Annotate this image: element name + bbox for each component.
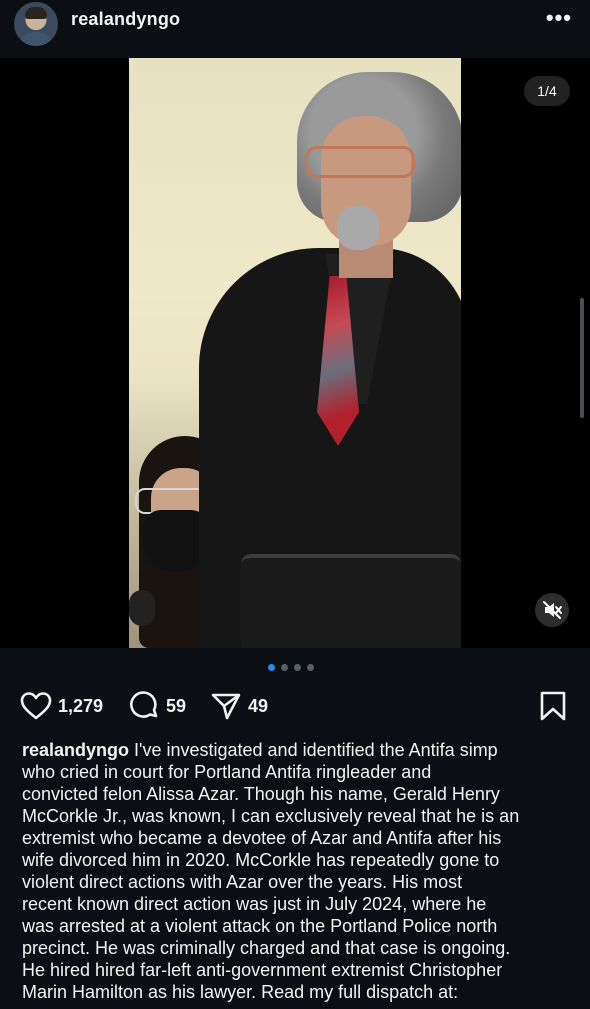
caption-line: He hired hired far-left anti-government … (22, 960, 503, 980)
bookmark-icon (540, 691, 566, 721)
carousel-dot-1[interactable] (268, 664, 275, 671)
comment-icon (130, 691, 158, 718)
microphone (129, 590, 155, 626)
share-count: 49 (248, 695, 269, 716)
comment-button[interactable]: 59 (128, 686, 186, 726)
bookmark-button[interactable] (538, 686, 568, 726)
man-glasses (305, 146, 415, 178)
carousel-dots (268, 664, 314, 672)
caption-line: realandyngo I've investigated and identi… (22, 739, 574, 761)
caption-line: wife divorced him in 2020. McCorkle has … (22, 850, 500, 870)
post-header: realandyngo ••• (0, 0, 590, 58)
mute-icon-graphic (543, 601, 562, 619)
avatar-body (20, 32, 52, 46)
scrollbar-thumb[interactable] (580, 298, 584, 418)
share-button[interactable]: 49 (210, 686, 268, 726)
man-beard (337, 206, 379, 250)
podium (241, 554, 461, 648)
avatar[interactable] (14, 2, 58, 46)
carousel-dot-3[interactable] (294, 664, 301, 671)
carousel-dot-2[interactable] (281, 664, 288, 671)
caption-line: convicted felon Alissa Azar. Though his … (22, 784, 500, 804)
caption-line: McCorkle Jr., was known, I can exclusive… (22, 806, 520, 826)
action-bar: 1,279 59 49 (0, 686, 590, 726)
mute-icon[interactable] (535, 593, 569, 627)
carousel-dot-4[interactable] (307, 664, 314, 671)
like-button[interactable]: 1,279 (20, 686, 103, 726)
caption-line: was arrested at a violent attack on the … (22, 916, 498, 936)
avatar-hair (25, 7, 47, 19)
post-photo (129, 58, 461, 648)
heart-icon (20, 692, 52, 720)
caption-line: who cried in court for Portland Antifa r… (22, 762, 432, 782)
caption-username[interactable]: realandyngo (22, 740, 129, 760)
slide-counter: 1/4 (524, 76, 570, 106)
comment-count: 59 (166, 695, 187, 716)
more-icon[interactable]: ••• (546, 5, 572, 31)
caption-line: precinct. He was criminally charged and … (22, 938, 511, 958)
post-media[interactable]: 1/4 (0, 58, 590, 648)
caption-line: extremist who became a devotee of Azar a… (22, 828, 502, 848)
share-icon (211, 693, 241, 720)
caption-line: violent direct actions with Azar over th… (22, 872, 463, 892)
post-caption: realandyngo I've investigated and identi… (22, 739, 574, 1003)
caption-line: Marin Hamilton as his lawyer. Read my fu… (22, 982, 459, 1002)
caption-text: I've investigated and identified the Ant… (129, 740, 498, 760)
caption-line: recent known direct action was just in J… (22, 894, 487, 914)
post-username[interactable]: realandyngo (71, 9, 180, 30)
like-count: 1,279 (58, 695, 104, 716)
